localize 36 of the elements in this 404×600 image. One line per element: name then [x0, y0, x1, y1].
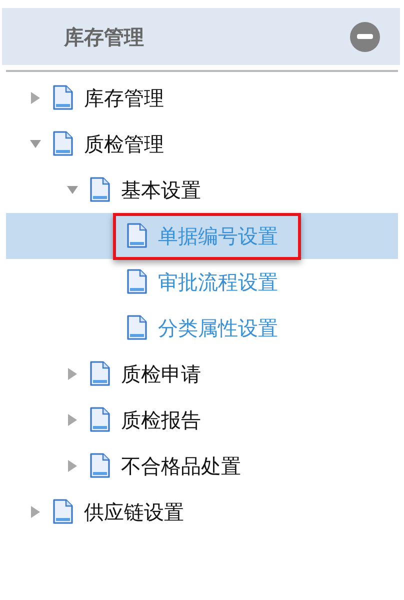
- tree-row[interactable]: 质检管理: [0, 121, 404, 167]
- expanded-arrow-icon[interactable]: [30, 138, 41, 150]
- document-icon: [89, 177, 111, 203]
- tree-item-label: 质检申请: [121, 361, 201, 388]
- tree-item-label: 不合格品处置: [121, 453, 241, 480]
- tree-row[interactable]: 质检申请: [0, 351, 404, 397]
- tree-item-label: 单据编号设置: [158, 223, 278, 250]
- collapsed-arrow-icon[interactable]: [30, 506, 41, 518]
- collapsed-arrow-icon[interactable]: [67, 460, 78, 472]
- tree-item-label: 基本设置: [121, 177, 201, 204]
- tree-row[interactable]: 供应链设置: [0, 489, 404, 535]
- document-icon: [89, 453, 111, 479]
- tree-item-label: 供应链设置: [84, 499, 184, 526]
- tree-row[interactable]: 不合格品处置: [0, 443, 404, 489]
- collapsed-arrow-icon[interactable]: [30, 92, 41, 104]
- document-icon: [126, 223, 148, 249]
- document-icon: [126, 315, 148, 341]
- document-icon: [89, 407, 111, 433]
- collapsed-arrow-icon[interactable]: [67, 368, 78, 380]
- collapsed-arrow-icon[interactable]: [67, 414, 78, 426]
- expanded-arrow-icon[interactable]: [67, 184, 78, 196]
- tree-item-label: 质检报告: [121, 407, 201, 434]
- document-icon: [52, 499, 74, 525]
- tree-row[interactable]: 库存管理: [0, 75, 404, 121]
- tree-row[interactable]: 基本设置: [0, 167, 404, 213]
- document-icon: [126, 269, 148, 295]
- document-icon: [52, 131, 74, 157]
- document-icon: [89, 361, 111, 387]
- tree-item-label: 分类属性设置: [158, 315, 278, 342]
- collapse-button[interactable]: [350, 22, 380, 52]
- document-icon: [52, 85, 74, 111]
- tree-item-label: 质检管理: [84, 131, 164, 158]
- tree-item-label: 库存管理: [84, 85, 164, 112]
- tree-row[interactable]: 质检报告: [0, 397, 404, 443]
- panel-title: 库存管理: [64, 24, 144, 50]
- tree-item-label: 审批流程设置: [158, 269, 278, 296]
